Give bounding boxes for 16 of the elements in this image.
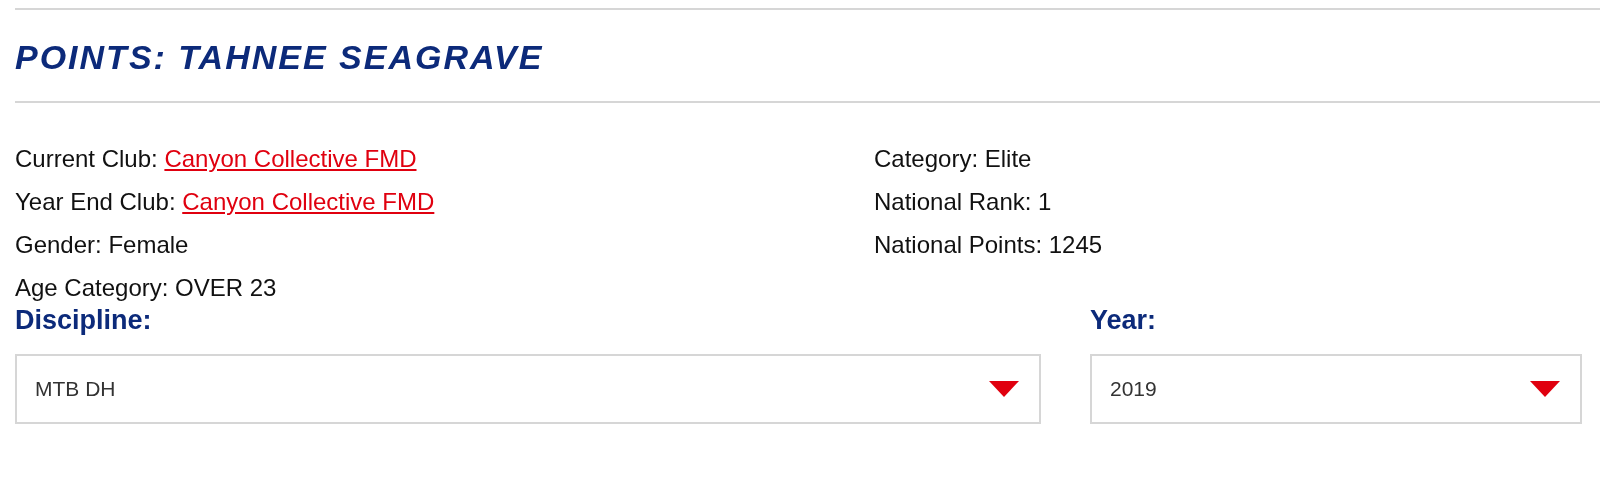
filter-label: Discipline: (15, 304, 152, 337)
page-title: POINTS: TAHNEE SEAGRAVE (15, 37, 544, 78)
detail-text: National Points: 1245 (874, 230, 1103, 260)
caret-icon (1530, 381, 1560, 397)
detail-text: Gender: Female (15, 230, 189, 260)
dropdown[interactable]: MTB DH (15, 354, 1041, 424)
detail-text: National Rank: 1 (874, 187, 1052, 217)
dropdown[interactable]: 2019 (1090, 354, 1582, 424)
detail-text: Category: Elite (874, 144, 1032, 174)
club-link[interactable]: Canyon Collective FMD (164, 145, 417, 172)
detail-text: Age Category: OVER 23 (15, 273, 277, 303)
filter-label: Year: (1090, 304, 1157, 337)
detail-label: Year End Club: (15, 188, 176, 215)
club-link[interactable]: Canyon Collective FMD (182, 188, 435, 215)
detail-label: Current Club: (15, 145, 158, 172)
caret-icon (989, 381, 1019, 397)
